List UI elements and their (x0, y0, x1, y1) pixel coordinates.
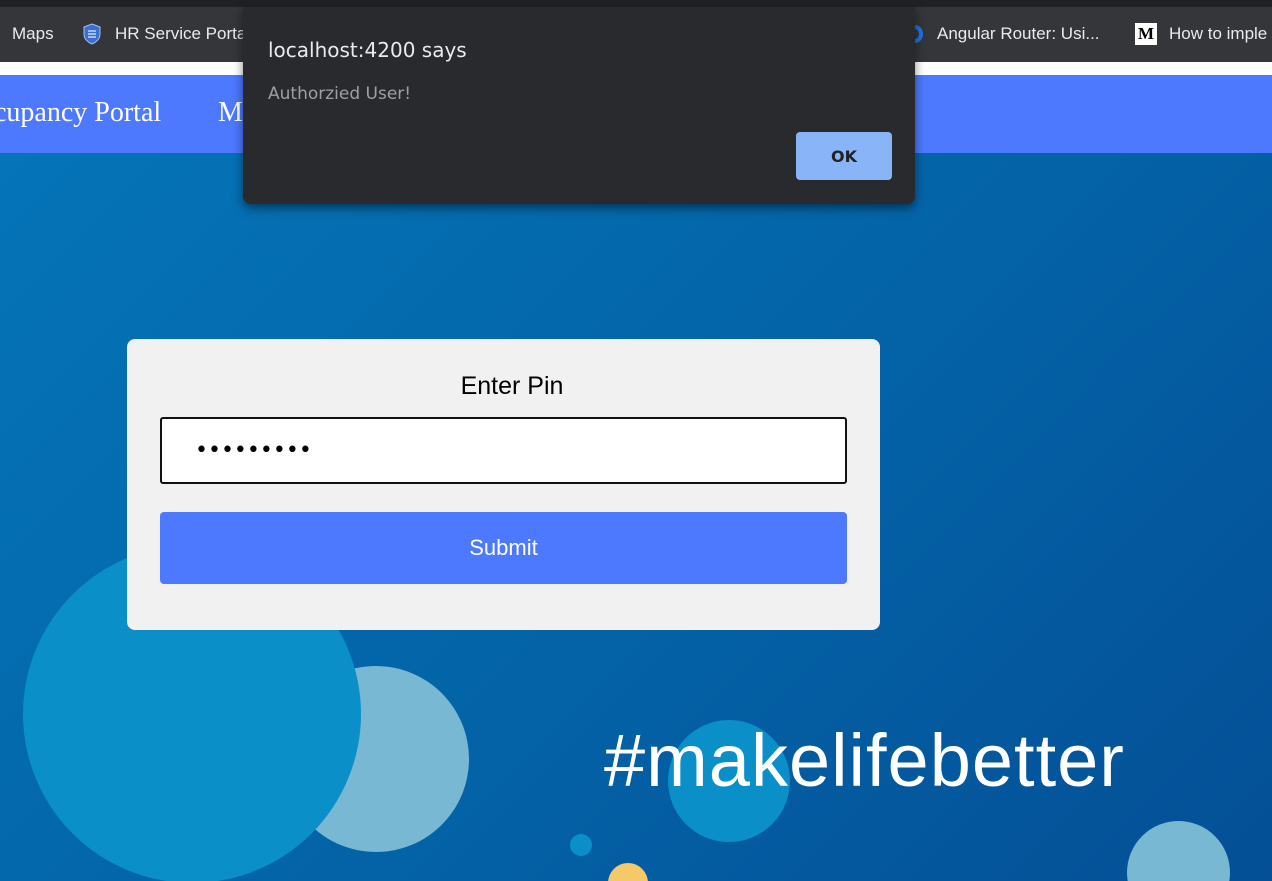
alert-message: Authorzied User! (268, 84, 412, 104)
hero-hashtag: #makelifebetter (604, 719, 1125, 802)
bookmark-label: How to imple (1169, 24, 1268, 43)
alert-dialog: localhost:4200 says Authorzied User! OK (243, 7, 915, 204)
bookmark-label: HR Service Porta (115, 24, 247, 43)
submit-button[interactable]: Submit (160, 512, 847, 584)
bookmark-label: Maps (12, 24, 54, 43)
decorative-bubble (1127, 821, 1230, 881)
shield-icon (83, 23, 101, 45)
bookmark-angular-router[interactable]: Angular Router: Usi... (907, 23, 1100, 45)
pin-form-card: Enter Pin Submit (127, 339, 880, 630)
nav-brand-title[interactable]: cupancy Portal (0, 97, 161, 129)
bookmark-how-to-implement[interactable]: M How to imple (1135, 23, 1267, 45)
bookmark-label: Angular Router: Usi... (937, 24, 1100, 43)
decorative-bubble (608, 863, 648, 881)
pin-input[interactable] (160, 417, 847, 484)
bookmark-hr-service-portal[interactable]: HR Service Porta (83, 23, 246, 45)
alert-title: localhost:4200 says (268, 38, 467, 62)
medium-icon: M (1135, 23, 1157, 45)
pin-form-heading: Enter Pin (460, 372, 564, 400)
nav-item[interactable]: M (218, 97, 243, 129)
ok-button[interactable]: OK (796, 132, 892, 180)
decorative-bubble (570, 834, 592, 856)
bookmark-maps[interactable]: Maps (12, 23, 54, 45)
